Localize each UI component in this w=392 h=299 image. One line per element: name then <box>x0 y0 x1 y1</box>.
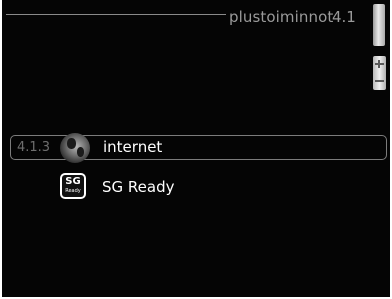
menu-number: 4.1 <box>332 8 356 26</box>
control-knob-icon <box>373 56 386 90</box>
menu-item-internet[interactable]: 4.1.3 internet <box>10 133 387 163</box>
sg-icon-subtext: Ready <box>65 188 81 194</box>
knob-mark <box>375 80 384 82</box>
menu-item-sg-ready[interactable]: SG Ready SG Ready <box>10 173 387 199</box>
knob-mark <box>378 60 380 68</box>
globe-icon <box>60 133 90 163</box>
globe-land <box>67 138 76 149</box>
header-divider <box>6 14 226 15</box>
scrollbar-thumb[interactable] <box>373 4 385 46</box>
menu-item-label: SG Ready <box>102 178 175 196</box>
sg-icon-text: SG <box>65 176 81 187</box>
display-screen: plustoiminnot 4.1 4.1.3 internet SG Read… <box>2 0 390 297</box>
globe-land <box>77 147 84 157</box>
menu-item-number: 4.1.3 <box>17 140 51 155</box>
menu-item-label: internet <box>103 138 163 156</box>
menu-title: plustoiminnot <box>229 8 334 26</box>
sg-ready-icon: SG Ready <box>60 173 86 199</box>
sg-ready-icon-inner: SG Ready <box>62 175 84 197</box>
